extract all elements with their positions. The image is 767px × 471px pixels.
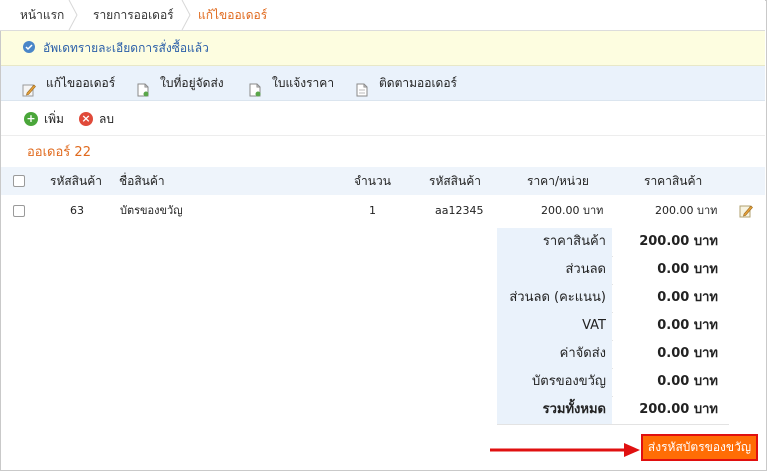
breadcrumb-separator-icon — [68, 0, 78, 30]
summary-value: 0.00 บาท — [657, 318, 718, 333]
breadcrumb-separator-icon — [181, 0, 191, 30]
summary-value: 0.00 บาท — [657, 374, 718, 389]
item-actions: + เพิ่ม × ลบ — [1, 103, 765, 136]
track-order-button[interactable]: ติดตามออเดอร์ — [355, 66, 457, 100]
summary-value: 0.00 บาท — [657, 346, 718, 361]
edit-order-label: แก้ไขออเดอร์ — [46, 76, 116, 90]
plus-icon: + — [24, 112, 38, 126]
select-all-checkbox[interactable] — [13, 175, 25, 187]
cell-qty: 1 — [369, 204, 376, 217]
delete-button[interactable]: × ลบ — [79, 103, 119, 135]
column-header-code: รหัสสินค้า — [50, 174, 102, 188]
summary-label: บัตรของขวัญ — [532, 374, 606, 389]
document-icon — [136, 76, 150, 97]
document-icon — [248, 76, 262, 97]
quotation-label: ใบแจ้งราคา — [272, 76, 335, 90]
shipping-address-label: ใบที่อยู่จัดส่ง — [160, 76, 224, 90]
column-header-unit-price: ราคา/หน่วย — [527, 174, 589, 188]
summary-row-shipping: ค่าจัดส่ง 0.00 บาท — [497, 340, 729, 369]
summary-row-discount: ส่วนลด 0.00 บาท — [497, 256, 729, 285]
cell-sku: aa12345 — [435, 204, 484, 217]
row-checkbox[interactable] — [13, 205, 25, 217]
summary-value: 0.00 บาท — [657, 290, 718, 305]
breadcrumb: หน้าแรก รายการออเดอร์ แก้ไขออเดอร์ — [0, 0, 765, 31]
delete-icon: × — [79, 112, 93, 126]
shipping-address-button[interactable]: ใบที่อยู่จัดส่ง — [136, 66, 246, 100]
column-header-sku: รหัสสินค้า — [429, 174, 481, 188]
summary-label: ส่วนลด (คะแนน) — [509, 290, 606, 305]
summary-label: ส่วนลด — [565, 262, 606, 277]
summary-label: รวมทั้งหมด — [542, 402, 606, 417]
column-header-price: ราคาสินค้า — [644, 174, 703, 188]
edit-order-button[interactable]: แก้ไขออเดอร์ — [22, 66, 122, 100]
add-button[interactable]: + เพิ่ม — [24, 103, 69, 135]
document-icon — [355, 76, 369, 97]
send-gift-card-code-button[interactable]: ส่งรหัสบัตรของขวัญ — [641, 434, 758, 461]
breadcrumb-home[interactable]: หน้าแรก — [20, 0, 64, 30]
notice-text: อัพเดทรายละเอียดการสั่งซื้อแล้ว — [43, 41, 209, 55]
summary-row-gift-card: บัตรของขวัญ 0.00 บาท — [497, 368, 729, 397]
column-header-qty: จำนวน — [354, 174, 391, 188]
breadcrumb-current: แก้ไขออเดอร์ — [198, 8, 268, 22]
cell-price: 200.00 บาท — [655, 204, 718, 217]
breadcrumb-orders[interactable]: รายการออเดอร์ — [93, 0, 174, 30]
table-row: 63 บัตรของขวัญ 1 aa12345 200.00 บาท 200.… — [1, 197, 765, 225]
edit-icon — [22, 76, 36, 97]
info-icon — [23, 41, 35, 53]
summary-value: 200.00 บาท — [639, 402, 718, 417]
add-label: เพิ่ม — [44, 112, 64, 126]
order-title: ออเดอร์ 22 — [27, 145, 91, 160]
table-header: รหัสสินค้า ชื่อสินค้า จำนวน รหัสสินค้า ร… — [1, 167, 765, 195]
arrow-right-icon — [490, 443, 640, 457]
summary-value: 200.00 บาท — [639, 234, 718, 249]
cell-code: 63 — [70, 204, 84, 217]
column-header-name: ชื่อสินค้า — [119, 174, 165, 188]
summary-row-points-discount: ส่วนลด (คะแนน) 0.00 บาท — [497, 284, 729, 313]
summary-label: ค่าจัดส่ง — [559, 346, 606, 361]
summary-row-total: รวมทั้งหมด 200.00 บาท — [497, 396, 729, 425]
quotation-button[interactable]: ใบแจ้งราคา — [248, 66, 338, 100]
order-toolbar: แก้ไขออเดอร์ ใบที่อยู่จัดส่ง ใบแจ้งราคา … — [1, 66, 765, 101]
summary-label: VAT — [582, 318, 606, 333]
summary-label: ราคาสินค้า — [542, 234, 606, 249]
delete-label: ลบ — [99, 112, 114, 126]
summary-row-subtotal: ราคาสินค้า 200.00 บาท — [497, 228, 729, 257]
cell-name: บัตรของขวัญ — [120, 204, 183, 217]
track-order-label: ติดตามออเดอร์ — [379, 76, 457, 90]
summary-row-vat: VAT 0.00 บาท — [497, 312, 729, 341]
update-notice: อัพเดทรายละเอียดการสั่งซื้อแล้ว — [1, 31, 765, 66]
summary-value: 0.00 บาท — [657, 262, 718, 277]
cell-unit-price: 200.00 บาท — [541, 204, 604, 217]
edit-row-icon[interactable] — [739, 204, 753, 218]
